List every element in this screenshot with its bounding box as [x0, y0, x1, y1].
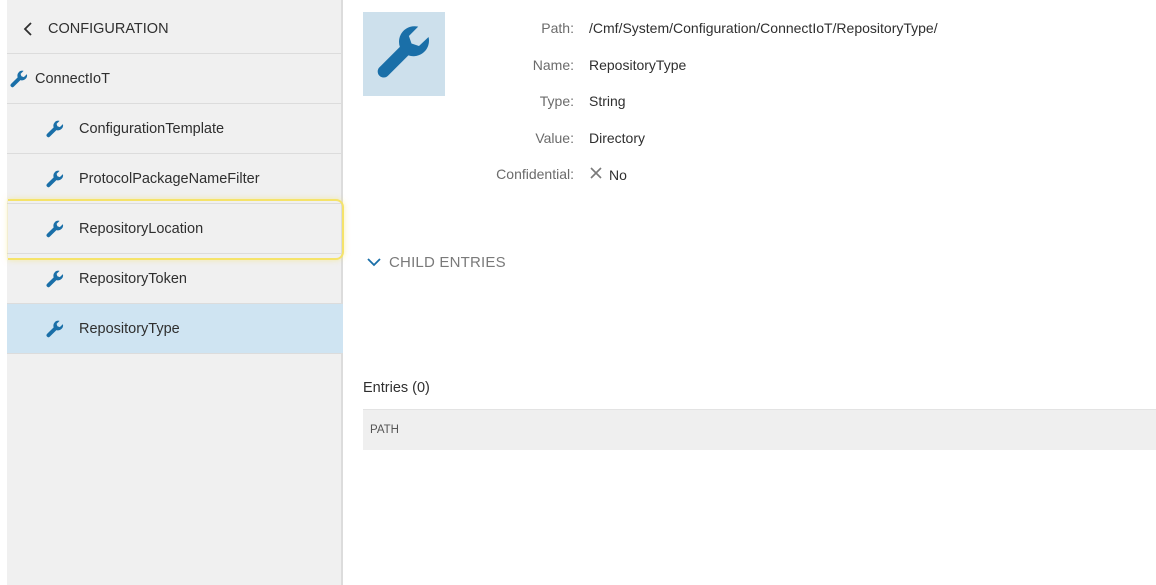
sidebar-item-label: ProtocolPackageNameFilter: [79, 170, 260, 187]
chevron-left-icon: [18, 19, 38, 39]
column-header-path[interactable]: PATH: [370, 424, 399, 436]
value-key: Value:: [535, 130, 574, 146]
entry-icon-tile: [363, 12, 445, 96]
wrench-icon: [45, 269, 65, 289]
sidebar-item-label: ConnectIoT: [35, 70, 110, 87]
wrench-icon: [373, 21, 435, 88]
sidebar-item-connectiot[interactable]: ConnectIoT: [7, 54, 343, 104]
chevron-down-icon: [367, 254, 381, 271]
wrench-icon: [45, 219, 65, 239]
wrench-icon: [45, 319, 65, 339]
path-row: Path:: [460, 20, 574, 40]
confidential-value-label: No: [609, 166, 627, 183]
back-label: CONFIGURATION: [48, 20, 169, 37]
sidebar-item-configurationtemplate[interactable]: ConfigurationTemplate: [7, 104, 343, 154]
back-button[interactable]: CONFIGURATION: [7, 4, 343, 54]
confidential-key: Confidential:: [496, 166, 574, 182]
sidebar-item-repositorytype[interactable]: RepositoryType: [7, 304, 343, 354]
wrench-icon: [45, 169, 65, 189]
path-key: Path:: [541, 20, 574, 36]
type-key: Type:: [539, 93, 574, 109]
entries-title: Entries (0): [363, 380, 430, 396]
confidential-value: No: [589, 166, 627, 183]
child-entries-toggle[interactable]: CHILD ENTRIES: [367, 254, 506, 271]
type-value: String: [589, 93, 626, 109]
sidebar-item-label: RepositoryToken: [79, 270, 187, 287]
name-value: RepositoryType: [589, 57, 687, 73]
type-row: Type:: [460, 93, 574, 113]
sidebar-item-protocolpackagenamefilter[interactable]: ProtocolPackageNameFilter: [7, 154, 343, 204]
sidebar-item-repositorytoken[interactable]: RepositoryToken: [7, 254, 343, 304]
path-value: /Cmf/System/Configuration/ConnectIoT/Rep…: [589, 20, 938, 36]
name-key: Name:: [532, 57, 574, 73]
child-entries-label: CHILD ENTRIES: [389, 254, 506, 271]
sidebar: CONFIGURATION ConnectIoT ConfigurationTe…: [7, 0, 344, 585]
sidebar-item-repositorylocation[interactable]: RepositoryLocation: [7, 204, 343, 254]
x-icon: [589, 166, 603, 183]
confidential-row: Confidential:: [460, 166, 574, 186]
sidebar-item-label: RepositoryType: [79, 320, 180, 337]
wrench-icon: [9, 69, 29, 89]
value-row: Value:: [460, 130, 574, 150]
wrench-icon: [45, 119, 65, 139]
sidebar-item-label: ConfigurationTemplate: [79, 120, 225, 137]
sidebar-item-label: RepositoryLocation: [79, 220, 204, 237]
name-row: Name:: [460, 57, 574, 77]
table-header: PATH: [363, 409, 1156, 450]
value-value: Directory: [589, 130, 646, 146]
